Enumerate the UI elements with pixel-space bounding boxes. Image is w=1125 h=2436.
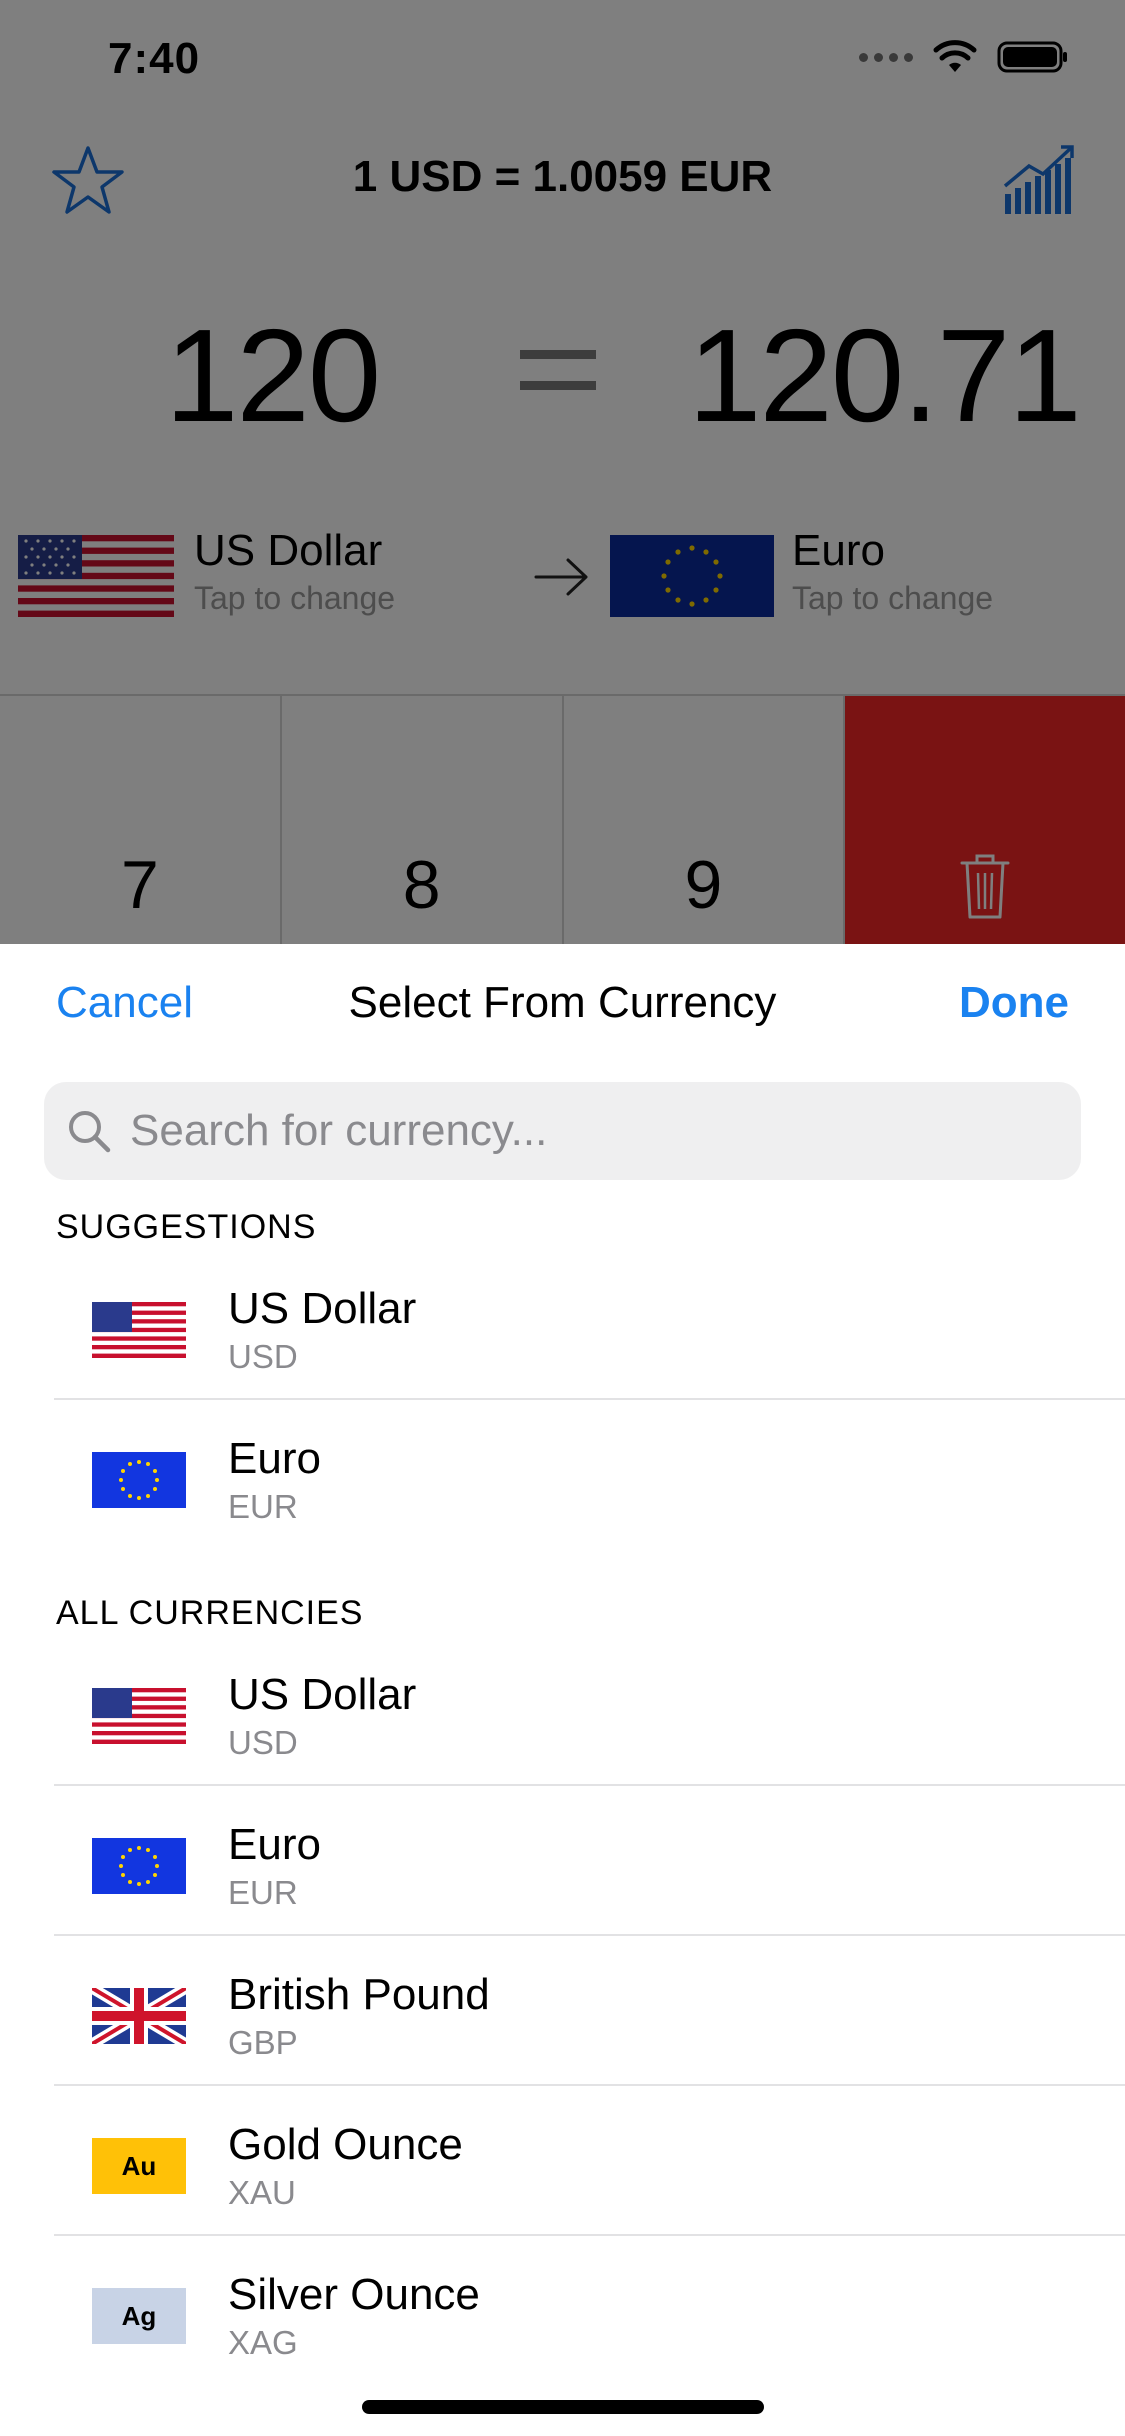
eu-flag-icon[interactable]: [610, 535, 774, 617]
currency-code: USD: [228, 1338, 298, 1375]
home-indicator[interactable]: [362, 2400, 764, 2414]
currency-name: US Dollar: [228, 1670, 417, 1719]
currency-name: US Dollar: [228, 1284, 417, 1333]
signal-icon: [859, 52, 913, 62]
currency-code: USD: [228, 1724, 298, 1761]
us-flag-icon: [92, 1302, 186, 1358]
all-currencies-list: US Dollar USD Euro EUR British Pound GBP…: [0, 1636, 1125, 2364]
trash-icon: [960, 854, 1010, 919]
all-currencies-header: ALL CURRENCIES: [56, 1594, 364, 1632]
currency-name: Gold Ounce: [228, 2120, 463, 2169]
us-flag-icon[interactable]: [18, 535, 174, 617]
equals-icon: [520, 350, 596, 412]
suggestions-header: SUGGESTIONS: [56, 1208, 317, 1246]
to-currency-name[interactable]: Euro: [792, 526, 885, 576]
search-bar[interactable]: [44, 1082, 1081, 1180]
currency-code: GBP: [228, 2024, 298, 2061]
list-item[interactable]: Euro EUR: [0, 1786, 1125, 1936]
currency-name: Silver Ounce: [228, 2270, 480, 2319]
list-item[interactable]: British Pound GBP: [0, 1936, 1125, 2086]
amount-from[interactable]: 120: [165, 300, 381, 451]
key-8[interactable]: 8: [281, 696, 564, 944]
delete-key[interactable]: [845, 696, 1125, 944]
eu-flag-icon: [92, 1838, 186, 1894]
amount-to: 120.71: [688, 302, 1082, 449]
exchange-rate-title: 1 USD = 1.0059 EUR: [352, 152, 773, 201]
chart-icon[interactable]: [1001, 142, 1077, 218]
list-item[interactable]: US Dollar USD: [0, 1636, 1125, 1786]
silver-chip-icon: Ag: [92, 2288, 186, 2344]
currency-code: XAG: [228, 2324, 298, 2361]
converter-screen: 7:40 1 USD = 1.0059 EUR 120 120.71 US Do…: [0, 0, 1125, 944]
from-currency-name[interactable]: US Dollar: [194, 526, 382, 576]
currency-name: Euro: [228, 1434, 321, 1483]
currency-code: EUR: [228, 1488, 298, 1525]
arrow-right-icon: [534, 558, 588, 596]
currency-code: XAU: [228, 2174, 296, 2211]
search-input[interactable]: [130, 1106, 1030, 1156]
currency-name: Euro: [228, 1820, 321, 1869]
select-currency-sheet: Cancel Select From Currency Done SUGGEST…: [0, 944, 1125, 2436]
key-9[interactable]: 9: [563, 696, 846, 944]
list-item[interactable]: Ag Silver Ounce XAG: [0, 2236, 1125, 2364]
sheet-title: Select From Currency: [348, 978, 777, 1027]
list-item[interactable]: US Dollar USD: [0, 1250, 1125, 1400]
status-icons: [859, 40, 1069, 74]
list-item[interactable]: Au Gold Ounce XAU: [0, 2086, 1125, 2236]
us-flag-icon: [92, 1688, 186, 1744]
to-currency-hint: Tap to change: [792, 580, 994, 616]
sheet-nav-bar: Cancel Select From Currency Done: [0, 944, 1125, 1064]
currency-code: EUR: [228, 1874, 298, 1911]
status-time: 7:40: [108, 34, 201, 83]
eu-flag-icon: [92, 1452, 186, 1508]
list-item[interactable]: Euro EUR: [0, 1400, 1125, 1550]
uk-flag-icon: [92, 1988, 186, 2044]
key-7[interactable]: 7: [0, 696, 282, 944]
keypad: 7 8 9: [0, 694, 1125, 944]
gold-chip-icon: Au: [92, 2138, 186, 2194]
battery-icon: [997, 41, 1067, 73]
done-button[interactable]: Done: [959, 978, 1069, 1028]
suggestions-list: US Dollar USD Euro EUR: [0, 1250, 1125, 1550]
wifi-icon: [933, 40, 977, 72]
currency-name: British Pound: [228, 1970, 490, 2019]
from-currency-hint: Tap to change: [194, 580, 396, 616]
search-icon: [69, 1111, 111, 1153]
